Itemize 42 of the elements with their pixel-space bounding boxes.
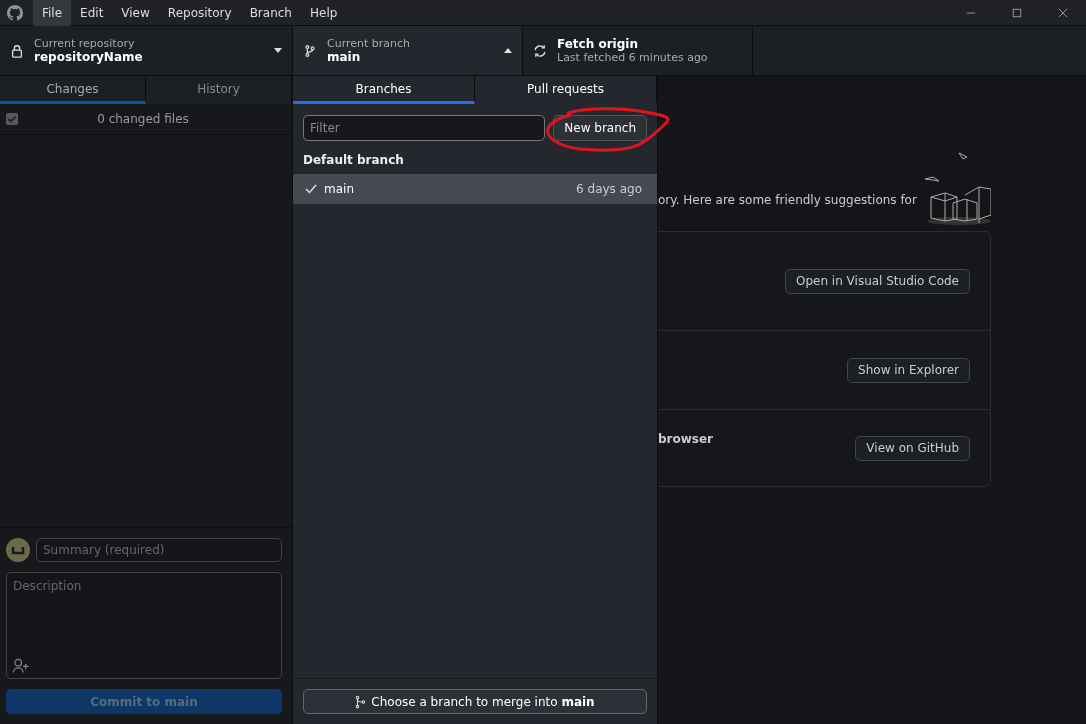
menu-item[interactable]: View xyxy=(112,0,159,26)
suggestion-text: browser xyxy=(658,432,714,446)
fetch-detail: Last fetched 6 minutes ago xyxy=(557,51,709,64)
new-branch-button[interactable]: New branch xyxy=(553,115,647,141)
sync-icon xyxy=(533,43,547,58)
caret-icon xyxy=(504,48,512,53)
group-heading: Default branch xyxy=(302,153,405,169)
suggestion-button[interactable]: Open in Visual Studio Code xyxy=(785,268,970,294)
menu-item[interactable]: Edit xyxy=(71,0,113,26)
branch-icon xyxy=(303,43,317,58)
changed-files-count: 0 changed files xyxy=(96,112,190,126)
fetch-button[interactable]: Fetch origin Last fetched 6 minutes ago xyxy=(523,26,753,75)
logo-icon xyxy=(7,4,23,21)
menu-item[interactable]: File xyxy=(33,0,72,26)
branch-menu-tab[interactable]: Branches xyxy=(293,76,475,104)
merge-button[interactable]: Choose a branch to merge into main xyxy=(303,689,647,714)
add-coauthor-icon[interactable] xyxy=(12,658,30,673)
merge-icon xyxy=(355,694,366,709)
suggestion-button[interactable]: View on GitHub xyxy=(855,435,970,461)
sidebar-tab[interactable]: History xyxy=(146,76,292,104)
avatar-icon xyxy=(6,538,30,562)
suggestion-button[interactable]: Show in Explorer xyxy=(847,357,970,383)
branch-row[interactable]: main 6 days ago xyxy=(293,174,657,204)
lock-icon xyxy=(10,43,24,58)
branch-label: Current branch xyxy=(327,37,412,50)
select-all-checkbox[interactable] xyxy=(6,113,18,125)
intro-text: ory. Here are some friendly suggestions for xyxy=(658,193,917,207)
branch-name: main xyxy=(324,182,355,196)
menu-item[interactable]: Help xyxy=(300,0,347,26)
menu-item[interactable]: Repository xyxy=(158,0,241,26)
branch-name: main xyxy=(327,50,362,64)
filter-field[interactable]: Filter xyxy=(303,115,546,141)
checkmark-icon xyxy=(305,184,317,194)
sidebar-tab[interactable]: Changes xyxy=(0,76,146,104)
branch-time: 6 days ago xyxy=(576,182,642,196)
description-field[interactable]: Description xyxy=(6,572,282,679)
fetch-label: Fetch origin xyxy=(557,37,639,51)
repository-label: Current repository xyxy=(34,37,136,50)
branch-selector[interactable]: Current branch main xyxy=(293,26,523,75)
repository-name: repositoryName xyxy=(34,50,144,64)
summary-field[interactable]: Summary (required) xyxy=(36,538,282,562)
menu-item[interactable]: Branch xyxy=(240,0,301,26)
